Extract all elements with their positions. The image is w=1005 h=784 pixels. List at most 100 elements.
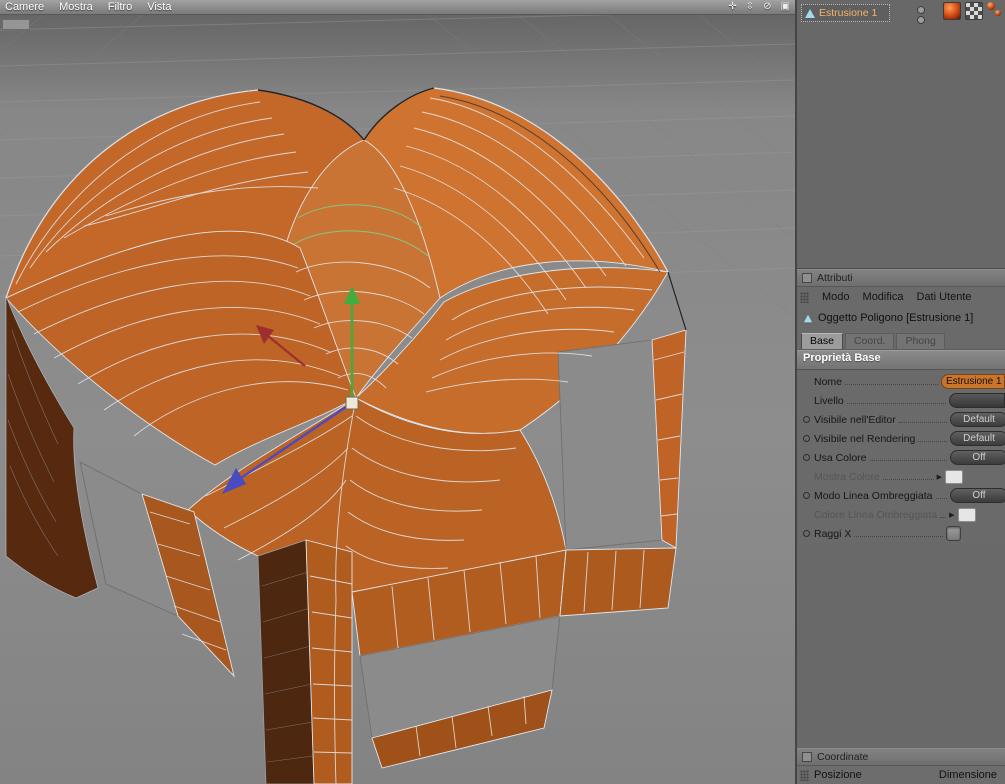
subtab-phong[interactable]: Phong [896, 333, 945, 349]
prop-row-usa-colore: Usa Colore Off [797, 448, 1005, 467]
editor-visibility-dot[interactable] [917, 6, 925, 14]
property-rows: Nome Estrusione 1 Livello Visibile nell'Edi… [797, 370, 1005, 543]
prop-row-colore-linea-ombreggiata: Colore Linea Ombreggiata ▶ [797, 505, 1005, 524]
origin-handle [345, 396, 359, 410]
dotted-leader [935, 498, 947, 499]
object-manager: Estrusione 1 [797, 0, 1005, 269]
object-item-label: Estrusione 1 [819, 7, 878, 19]
prop-row-modo-linea-ombreggiata: Modo Linea Ombreggiata Off [797, 486, 1005, 505]
object-manager-item-estrusione[interactable]: Estrusione 1 [801, 4, 891, 22]
attributes-title: Attributi [817, 272, 853, 284]
menu-vista[interactable]: Vista [147, 0, 171, 14]
viewport-3d[interactable]: Camere Mostra Filtro Vista ✛ ⇳ ⊘ ▣ [0, 0, 797, 784]
attribute-object-label: Oggetto Poligono [Estrusione 1] [818, 312, 974, 324]
viewport-menu-bar: Camere Mostra Filtro Vista ✛ ⇳ ⊘ ▣ [0, 0, 795, 15]
prop-row-mostra-colore: Mostra Colore ▶ [797, 467, 1005, 486]
expand-arrow-icon[interactable]: ▶ [949, 511, 954, 519]
menu-mostra[interactable]: Mostra [59, 0, 93, 14]
shader-mini-icons[interactable] [987, 2, 1003, 20]
prop-label-livello: Livello [814, 394, 844, 407]
raggi-x-control[interactable] [946, 526, 961, 541]
prop-label-nome: Nome [814, 375, 843, 388]
polygon-object-icon [803, 314, 813, 322]
zoom-icon[interactable]: ⇳ [746, 0, 754, 14]
viewport-corner-tab[interactable] [2, 19, 30, 30]
render-visibility-dot[interactable] [917, 16, 925, 24]
attribute-subtabs: Base Coord. Phong [797, 329, 1005, 350]
nome-control[interactable]: Estrusione 1 [941, 374, 1005, 389]
tab-modifica[interactable]: Modifica [863, 291, 904, 303]
panel-square-icon [802, 752, 812, 762]
menu-bar-items: Camere Mostra Filtro Vista [5, 0, 171, 14]
attributes-panel-header: Attributi [797, 269, 1005, 287]
prop-row-visibile-nell-editor: Visibile nell'Editor Default [797, 410, 1005, 429]
dotted-leader [882, 479, 934, 480]
animation-dot-placeholder [803, 473, 810, 480]
livello-control[interactable] [949, 393, 1005, 408]
material-checker-thumbnail[interactable] [965, 2, 983, 20]
prop-label-colore-linea-ombreggiata: Colore Linea Ombreggiata [814, 508, 938, 521]
attribute-object-row: Oggetto Poligono [Estrusione 1] [797, 307, 1005, 329]
name-field-text: Estrusione 1 [946, 376, 1002, 387]
prop-label-modo-linea-ombreggiata: Modo Linea Ombreggiata [814, 489, 933, 502]
drag-grip-icon[interactable] [800, 291, 809, 303]
extrusion-mesh [5, 87, 687, 784]
usa-colore-control[interactable]: Off [950, 450, 1005, 465]
app-window: Camere Mostra Filtro Vista ✛ ⇳ ⊘ ▣ Estru… [0, 0, 1005, 784]
panel-square-icon [802, 273, 812, 283]
subtab-coord[interactable]: Coord. [844, 333, 895, 349]
mostra-colore-control[interactable] [945, 469, 963, 484]
coordinates-column-posizione: Posizione [814, 769, 862, 781]
section-header: Proprietà Base [797, 350, 1005, 370]
colore-linea-ombreggiata-control[interactable] [957, 507, 976, 522]
viewport-nav-icons: ✛ ⇳ ⊘ ▣ [728, 0, 790, 14]
visibile-nel-rendering-control[interactable]: Default [950, 431, 1005, 446]
prop-row-livello: Livello [797, 391, 1005, 410]
animation-dot[interactable] [803, 492, 810, 499]
dotted-leader [918, 441, 947, 442]
tab-modo[interactable]: Modo [822, 291, 850, 303]
toggle-view-icon[interactable]: ▣ [781, 0, 790, 14]
dotted-leader [869, 460, 947, 461]
dotted-leader [845, 384, 938, 385]
menu-camere[interactable]: Camere [5, 0, 44, 14]
rotate-icon[interactable]: ⊘ [763, 0, 771, 14]
modo-linea-ombreggiata-control[interactable]: Off [950, 488, 1005, 503]
dotted-leader [898, 422, 947, 423]
visibility-toggle-dots [917, 6, 925, 24]
prop-label-mostra-colore: Mostra Colore [814, 470, 880, 483]
animation-dot-placeholder [803, 511, 810, 518]
animation-dot[interactable] [803, 530, 810, 537]
coordinates-column-dimensione: Dimensione [938, 769, 997, 781]
drag-grip-icon[interactable] [800, 769, 809, 781]
animation-dot-placeholder [803, 378, 810, 385]
extrude-object-icon [805, 8, 815, 18]
animation-dot-placeholder [803, 397, 810, 404]
panel-empty-area [797, 543, 1005, 748]
prop-row-raggi-x: Raggi X [797, 524, 1005, 543]
attributes-menu-tabs: Modo Modifica Dati Utente [797, 287, 1005, 307]
menu-filtro[interactable]: Filtro [108, 0, 132, 14]
subtab-base[interactable]: Base [801, 333, 843, 349]
coordinates-title: Coordinate [817, 751, 869, 763]
coordinates-panel-header: Coordinate [797, 748, 1005, 766]
material-sphere-thumbnail[interactable] [943, 2, 961, 20]
right-panel: Estrusione 1 Attributi Modo Modifica Dati … [797, 0, 1005, 784]
dotted-leader [940, 517, 947, 518]
coordinates-columns-row: Posizione Dimensione [797, 766, 1005, 784]
animation-dot[interactable] [803, 454, 810, 461]
visibile-nell-editor-control[interactable]: Default [950, 412, 1005, 427]
dotted-leader [854, 536, 943, 537]
prop-label-raggi-x: Raggi X [814, 527, 852, 540]
prop-row-nome: Nome Estrusione 1 [797, 372, 1005, 391]
prop-row-visibile-nel-rendering: Visibile nel Rendering Default [797, 429, 1005, 448]
menu-tabs-container: Modo Modifica Dati Utente [822, 291, 972, 303]
prop-label-usa-colore: Usa Colore [814, 451, 867, 464]
pan-icon[interactable]: ✛ [728, 0, 736, 14]
animation-dot[interactable] [803, 435, 810, 442]
animation-dot[interactable] [803, 416, 810, 423]
tab-dati-utente[interactable]: Dati Utente [917, 291, 972, 303]
expand-arrow-icon[interactable]: ▶ [937, 473, 942, 481]
viewport-canvas[interactable] [0, 0, 795, 784]
dotted-leader [846, 403, 946, 404]
